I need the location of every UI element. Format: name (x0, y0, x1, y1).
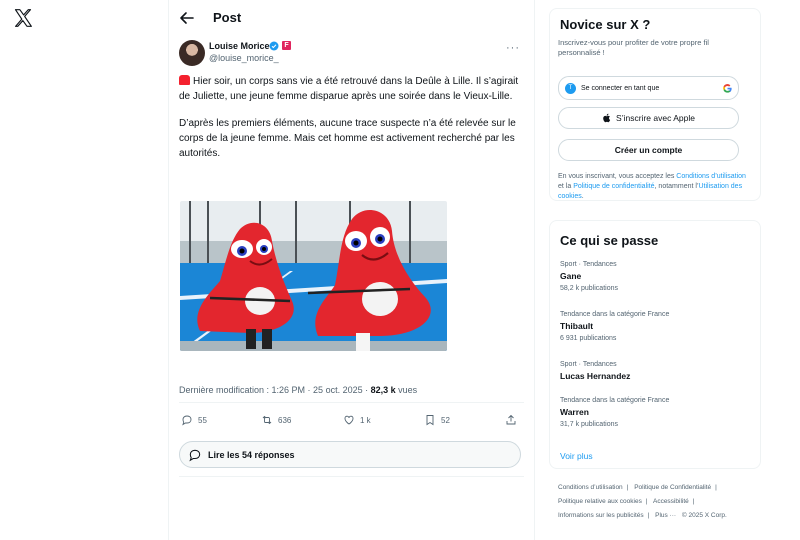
divider (534, 0, 535, 540)
reply-icon (189, 449, 201, 461)
mascot-photo (180, 201, 447, 351)
footer-link[interactable]: Accessibilité (653, 498, 689, 505)
trend-context: Tendance dans la catégorie France (560, 397, 670, 404)
tweet-image[interactable] (180, 201, 447, 351)
footer-link[interactable]: Politique relative aux cookies (558, 498, 642, 505)
google-signin-button[interactable]: T Se connecter en tant que (558, 76, 739, 100)
footer-separator: | (626, 484, 629, 491)
footer-link[interactable]: Conditions d’utilisation (558, 484, 623, 491)
post-timestamp[interactable]: Dernière modification : 1:26 PM · 25 oct… (179, 385, 371, 395)
author-handle[interactable]: @louise_morice_ (209, 53, 279, 63)
legal-text: et la (558, 183, 574, 190)
trend-item[interactable]: Tendance dans la catégorie France Thibau… (560, 311, 669, 342)
trend-count: 31,7 k publications (560, 421, 618, 428)
author-name[interactable]: Louise Morice (209, 41, 270, 51)
google-account-avatar: T (565, 82, 576, 94)
trends-card: Ce qui se passe Sport · Tendances Gane 5… (549, 220, 761, 469)
footer-link[interactable]: Informations sur les publicités (558, 512, 644, 519)
read-replies-label: Lire les 54 réponses (208, 449, 295, 460)
google-signin-label: Se connecter en tant que (581, 84, 660, 92)
repost-button[interactable]: 636 (261, 414, 291, 426)
footer-separator: | (647, 512, 650, 519)
see-more-link[interactable]: Voir plus (560, 451, 593, 461)
reply-button[interactable]: 55 (181, 414, 207, 426)
footer-separator: | (715, 484, 717, 491)
trend-context: Sport · Tendances (560, 261, 617, 268)
post-column: Post Louise Morice F @louise_morice_ ···… (169, 0, 534, 540)
share-icon (506, 414, 516, 425)
heart-icon (344, 415, 354, 425)
legal-text: En vous inscrivant, vous acceptez les (558, 173, 677, 180)
signup-legal-text: En vous inscrivant, vous acceptez les Co… (558, 172, 748, 202)
more-options-icon[interactable]: ··· (506, 42, 520, 54)
tweet-paragraph: Hier soir, un corps sans vie a été retro… (179, 76, 519, 102)
back-arrow-icon[interactable] (177, 8, 197, 28)
footer-separator: | (645, 498, 648, 505)
trends-title: Ce qui se passe (560, 233, 659, 248)
trend-item[interactable]: Sport · Tendances Lucas Hernandez (560, 361, 630, 381)
create-account-label: Créer un compte (614, 145, 683, 155)
create-account-button[interactable]: Créer un compte (558, 139, 739, 161)
trend-item[interactable]: Sport · Tendances Gane 58,2 k publicatio… (560, 261, 618, 292)
action-bar: 55 636 1 k 52 (179, 414, 524, 430)
page-title: Post (213, 10, 242, 25)
tweet-text: Hier soir, un corps sans vie a été retro… (179, 74, 524, 173)
views-label: vues (395, 385, 418, 395)
footer-separator: | (692, 498, 695, 505)
post-header: Post (169, 0, 534, 36)
trend-name: Gane (560, 271, 582, 281)
siren-emoji-icon (179, 75, 190, 85)
divider (179, 402, 524, 403)
copyright: © 2025 X Corp. (681, 512, 727, 519)
more-link[interactable]: Plus ··· (655, 512, 676, 519)
reply-icon (182, 415, 192, 426)
trend-context: Tendance dans la catégorie France (560, 311, 670, 318)
trend-count: 6 931 publications (560, 335, 617, 342)
privacy-link[interactable]: Politique de confidentialité (573, 183, 654, 190)
x-logo-icon[interactable] (13, 8, 33, 28)
legal-text: , notamment l’ (654, 183, 699, 190)
apple-icon (603, 113, 611, 123)
trend-name: Warren (560, 407, 589, 417)
google-icon (723, 84, 732, 93)
apple-signup-button[interactable]: S’inscrire avec Apple (558, 107, 739, 129)
signup-card: Novice sur X ? Inscrivez-vous pour profi… (549, 8, 761, 201)
trend-name: Lucas Hernandez (560, 371, 631, 381)
trend-count: 58,2 k publications (560, 285, 618, 292)
left-rail (0, 0, 168, 540)
terms-link[interactable]: Conditions d’utilisation (676, 173, 746, 180)
trend-name: Thibault (560, 321, 594, 331)
avatar[interactable] (179, 40, 205, 66)
post-metadata: Dernière modification : 1:26 PM · 25 oct… (179, 385, 417, 395)
footer-links: Conditions d’utilisation | Politique de C… (558, 481, 758, 523)
like-count: 1 k (360, 415, 371, 425)
reply-count: 55 (198, 415, 207, 425)
trend-context: Sport · Tendances (560, 361, 617, 368)
signup-description: Inscrivez-vous pour profiter de votre pr… (558, 38, 709, 57)
signup-title: Novice sur X ? (560, 17, 651, 32)
tweet-paragraph: D’après les premiers éléments, aucune tr… (179, 118, 516, 159)
bookmark-button[interactable]: 52 (424, 414, 450, 426)
repost-icon (262, 415, 272, 425)
apple-signup-label: S’inscrire avec Apple (616, 113, 695, 123)
bookmark-icon (426, 415, 434, 426)
read-replies-button[interactable]: Lire les 54 réponses (179, 441, 521, 468)
share-button[interactable] (505, 414, 517, 426)
trend-item[interactable]: Tendance dans la catégorie France Warren… (560, 397, 669, 428)
author-row: Louise Morice F @louise_morice_ ··· (179, 40, 524, 68)
repost-count: 636 (278, 415, 292, 425)
verified-badge-icon (269, 41, 279, 51)
views-count: 82,3 k (370, 385, 396, 395)
legal-text: . (581, 193, 584, 200)
affiliate-badge-icon: F (282, 41, 291, 50)
bookmark-count: 52 (441, 415, 450, 425)
like-button[interactable]: 1 k (343, 414, 371, 426)
footer-link[interactable]: Politique de Confidentialité (634, 484, 711, 491)
divider (179, 476, 524, 477)
